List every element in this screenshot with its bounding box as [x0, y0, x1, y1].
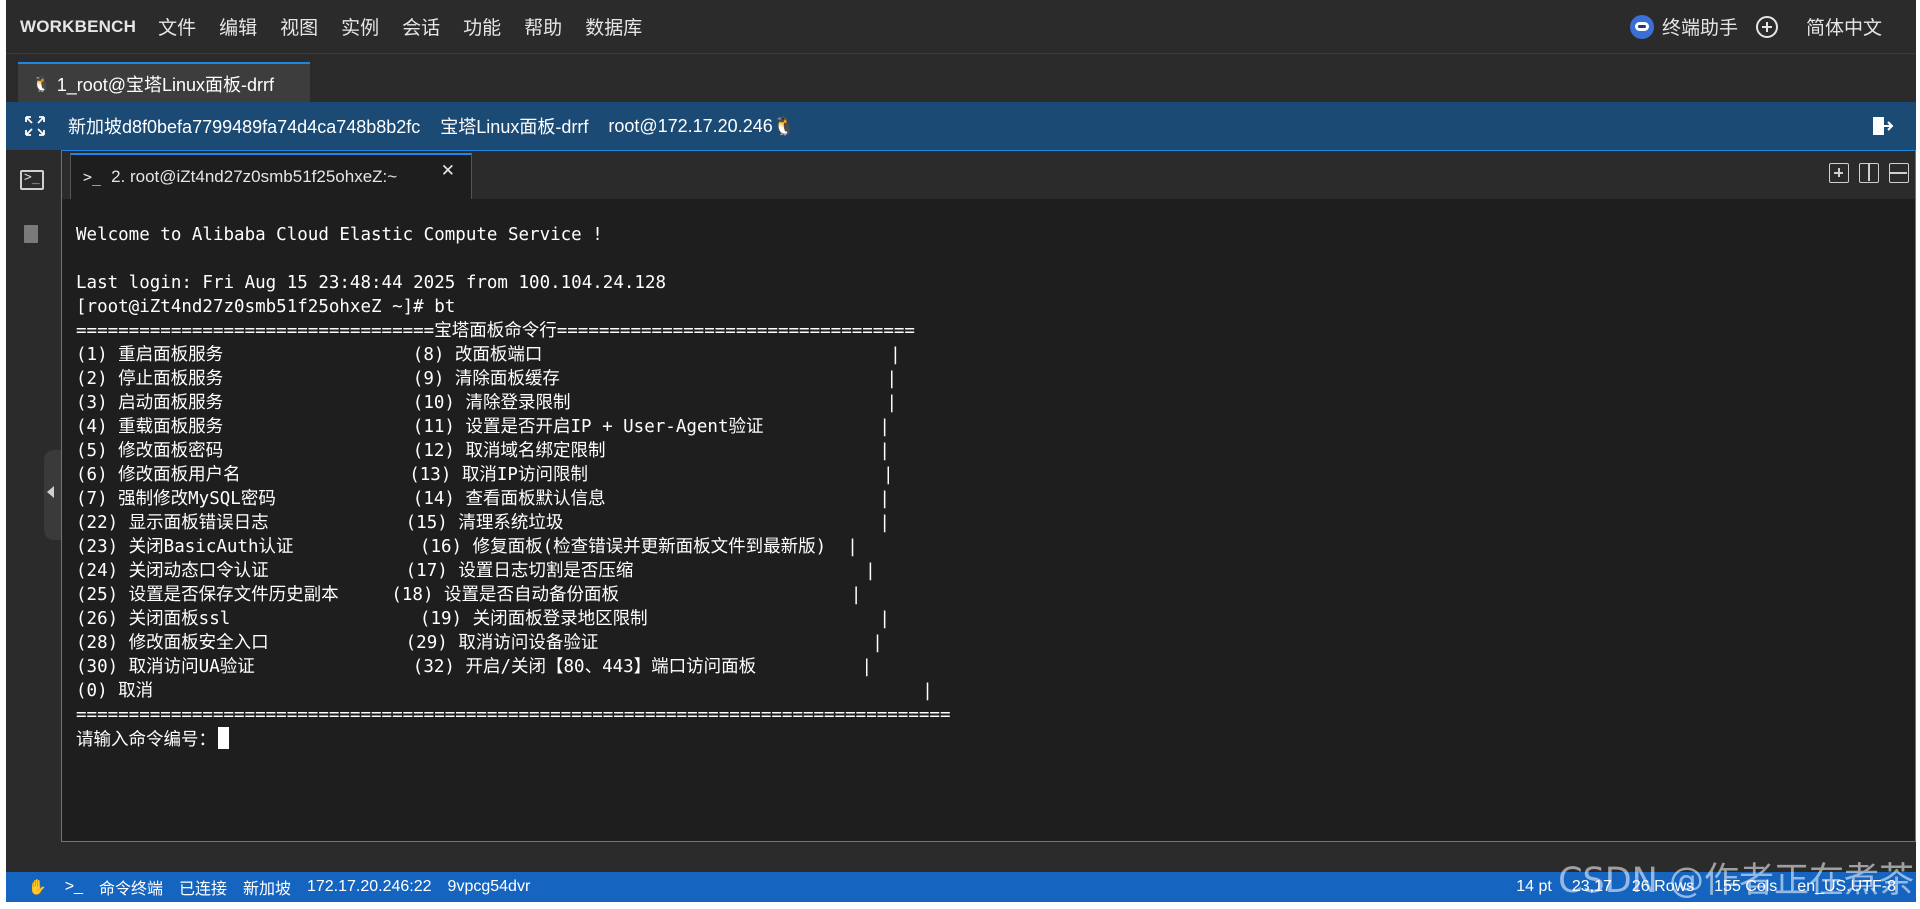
terminal-cursor: [218, 727, 229, 749]
terminal-line: (4) 重载面板服务 (11) 设置是否开启IP + User-Agent验证 …: [76, 417, 890, 437]
terminal-line: (7) 强制修改MySQL密码 (14) 查看面板默认信息 |: [76, 489, 890, 509]
terminal-line: (26) 关闭面板ssl (19) 关闭面板登录地区限制 |: [76, 609, 890, 629]
terminal-output[interactable]: Welcome to Alibaba Cloud Elastic Compute…: [62, 199, 1915, 841]
menu-instance[interactable]: 实例: [341, 13, 379, 40]
terminal-line: (2) 停止面板服务 (9) 清除面板缓存 |: [76, 369, 898, 389]
menu-session[interactable]: 会话: [402, 13, 440, 40]
terminal-line: [root@iZt4nd27z0smb51f25ohxeZ ~]# bt: [76, 297, 456, 317]
terminal-line: (30) 取消访问UA验证 (32) 开启/关闭【80、443】端口访问面板 |: [76, 657, 873, 677]
terminal-line: (6) 修改面板用户名 (13) 取消IP访问限制 |: [76, 465, 894, 485]
logout-icon[interactable]: [1870, 114, 1894, 138]
menu-help[interactable]: 帮助: [524, 13, 562, 40]
app-brand: WORKBENCH: [20, 16, 137, 36]
instance-region-id: 新加坡d8f0befa7799489fa74d4ca748b8b2fc: [68, 117, 421, 137]
watermark: CSDN @作者正在煮茶: [1558, 861, 1914, 901]
terminal-icon[interactable]: >_: [20, 170, 44, 190]
sidebar-collapse-handle[interactable]: [44, 450, 62, 540]
expand-icon[interactable]: [22, 113, 48, 139]
instance-name: 宝塔Linux面板-drrf: [440, 117, 589, 137]
terminal-prompt-line[interactable]: 请输入命令编号：: [76, 727, 1915, 751]
prompt-icon: >_: [83, 168, 102, 186]
language-selector[interactable]: 简体中文: [1755, 13, 1882, 40]
terminal-tab-bar: >_ 2. root@iZt4nd27z0smb51f25ohxeZ:~ ✕: [62, 151, 1915, 199]
layout-controls: [1819, 163, 1909, 183]
terminal-line: (25) 设置是否保存文件历史副本 (18) 设置是否自动备份面板 |: [76, 585, 862, 605]
file-icon[interactable]: [24, 225, 38, 243]
session-tab[interactable]: 🐧 1_root@宝塔Linux面板-drrf: [18, 62, 310, 103]
instance-user-host: root@172.17.20.246🐧: [608, 115, 796, 136]
terminal-line: (22) 显示面板错误日志 (15) 清理系统垃圾 |: [76, 513, 890, 533]
terminal-line: Welcome to Alibaba Cloud Elastic Compute…: [76, 225, 603, 245]
menubar-right: 终端助手 简体中文: [1612, 0, 1882, 53]
chevron-left-icon: [47, 486, 54, 498]
terminal-line: (3) 启动面板服务 (10) 清除登录限制 |: [76, 393, 898, 413]
status-region: 新加坡: [242, 881, 291, 898]
add-circle-icon[interactable]: [1755, 15, 1778, 38]
terminal-line: (23) 关闭BasicAuth认证 (16) 修复面板(检查错误并更新面板文件…: [76, 537, 858, 557]
status-mode: 命令终端: [98, 881, 163, 898]
session-tab-bar: 🐧 1_root@宝塔Linux面板-drrf: [6, 53, 1916, 103]
status-address: 172.17.20.246:22: [306, 878, 432, 895]
menu-view[interactable]: 视图: [280, 13, 318, 40]
left-sidebar: >_: [6, 150, 62, 872]
new-terminal-icon[interactable]: [1829, 163, 1849, 183]
terminal-assistant-label: 终端助手: [1661, 18, 1738, 39]
split-vertical-icon[interactable]: [1859, 163, 1879, 183]
status-session-id: 9vpcg54dvr: [447, 878, 531, 895]
terminal-mode-icon: >_: [64, 878, 83, 895]
menu-edit[interactable]: 编辑: [219, 13, 257, 40]
menu-database[interactable]: 数据库: [585, 13, 642, 40]
menu-bar: WORKBENCH 文件 编辑 视图 实例 会话 功能 帮助 数据库 终端助手 …: [6, 0, 1916, 53]
menu-features[interactable]: 功能: [463, 13, 501, 40]
terminal-assistant-button[interactable]: 终端助手: [1629, 13, 1738, 40]
terminal-line: (5) 修改面板密码 (12) 取消域名绑定限制 |: [76, 441, 890, 461]
instance-info-bar: 新加坡d8f0befa7799489fa74d4ca748b8b2fc 宝塔Li…: [6, 102, 1916, 150]
terminal-line: (28) 修改面板安全入口 (29) 取消访问设备验证 |: [76, 633, 883, 653]
language-label: 简体中文: [1805, 18, 1882, 39]
status-font-size[interactable]: 14 pt: [1516, 878, 1552, 896]
assistant-bot-icon: [1629, 14, 1654, 39]
terminal-line: (0) 取消 |: [76, 681, 933, 701]
status-connection: 已连接: [178, 881, 227, 898]
terminal-line: ========================================…: [76, 705, 951, 725]
close-icon[interactable]: ✕: [441, 161, 455, 181]
workbench-app: WORKBENCH 文件 编辑 视图 实例 会话 功能 帮助 数据库 终端助手 …: [6, 0, 1916, 902]
terminal-line: Last login: Fri Aug 15 23:48:44 2025 fro…: [76, 273, 667, 293]
terminal-prompt: 请输入命令编号：: [76, 730, 216, 750]
terminal-line: ==================================宝塔面板命令…: [76, 321, 915, 341]
hand-icon[interactable]: ✋: [28, 878, 47, 896]
session-tab-label: 1_root@宝塔Linux面板-drrf: [56, 74, 275, 95]
terminal-line: (24) 关闭动态口令认证 (17) 设置日志切割是否压缩 |: [76, 561, 876, 581]
linux-penguin-icon: 🐧: [32, 75, 51, 93]
split-horizontal-icon[interactable]: [1889, 163, 1909, 183]
menu-file[interactable]: 文件: [158, 13, 196, 40]
terminal-line: (1) 重启面板服务 (8) 改面板端口 |: [76, 345, 901, 365]
terminal-tab[interactable]: >_ 2. root@iZt4nd27z0smb51f25ohxeZ:~ ✕: [70, 153, 472, 199]
terminal-tab-label: 2. root@iZt4nd27z0smb51f25ohxeZ:~: [111, 167, 398, 186]
terminal-panel: >_ 2. root@iZt4nd27z0smb51f25ohxeZ:~ ✕ W…: [61, 150, 1916, 842]
